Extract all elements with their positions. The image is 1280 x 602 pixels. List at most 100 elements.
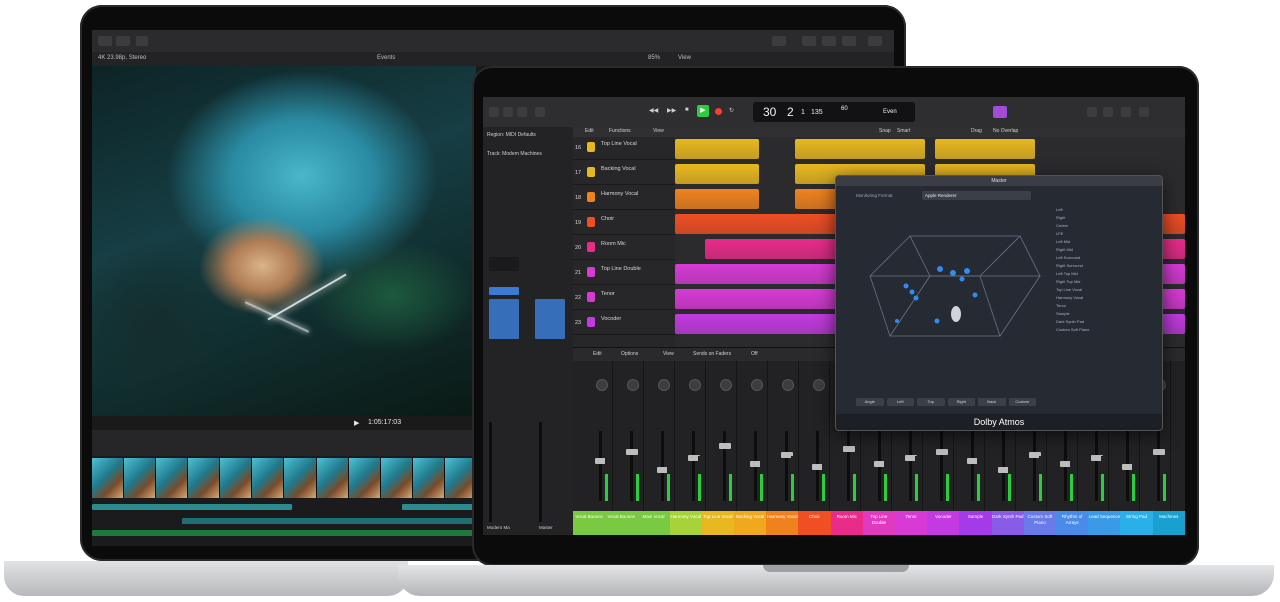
volume-fader[interactable] <box>971 431 974 501</box>
object-list-item[interactable]: Left Surround <box>1056 254 1156 262</box>
fader-cap[interactable] <box>719 443 731 449</box>
track-header[interactable]: 20 Room Mic <box>573 237 675 260</box>
mixer-edit-menu[interactable]: Edit <box>593 351 602 357</box>
volume-fader[interactable] <box>1095 431 1098 501</box>
view-menu[interactable]: View <box>653 128 664 134</box>
object-list-item[interactable]: Center <box>1056 222 1156 230</box>
volume-fader[interactable] <box>1033 431 1036 501</box>
track-header[interactable]: 16 Top Line Vocal <box>573 137 675 160</box>
audio-fx-slots[interactable] <box>489 299 519 339</box>
eq-thumbnail[interactable] <box>489 257 519 271</box>
track-header[interactable]: 23 Vocoder <box>573 312 675 335</box>
audio-region[interactable] <box>795 139 925 159</box>
fader-cap[interactable] <box>626 449 638 455</box>
library-button[interactable] <box>489 107 499 117</box>
import-button[interactable] <box>98 36 112 46</box>
inspector-button[interactable] <box>503 107 513 117</box>
track-header[interactable]: 21 Top Line Double <box>573 262 675 285</box>
channel-name-label[interactable]: String Pad <box>1120 511 1153 535</box>
sends-on-faders-value[interactable]: Off <box>751 351 758 357</box>
object-list-item[interactable]: Right <box>1056 214 1156 222</box>
channel-name-label[interactable]: Harmony Vocal <box>766 511 799 535</box>
pan-knob[interactable] <box>658 379 670 391</box>
pan-knob[interactable] <box>720 379 732 391</box>
key-icon[interactable] <box>116 36 130 46</box>
object-list-item[interactable]: Harmony Vocal <box>1056 294 1156 302</box>
browser-button[interactable] <box>1139 107 1149 117</box>
loop-browser-button[interactable] <box>1121 107 1131 117</box>
object-list-item[interactable]: Top Line Vocal <box>1056 286 1156 294</box>
mixer-view-menu[interactable]: View <box>663 351 674 357</box>
input-slot[interactable] <box>489 287 519 295</box>
volume-fader[interactable] <box>785 431 788 501</box>
functions-menu[interactable]: Functions <box>609 128 631 134</box>
fader-cap[interactable] <box>936 449 948 455</box>
toolbar-button[interactable] <box>535 107 545 117</box>
channel-name-label[interactable]: Backing Vocal <box>734 511 767 535</box>
track-inspector-label[interactable]: Track: Modern Machines <box>487 151 542 157</box>
smart-tempo-button[interactable] <box>993 106 1007 118</box>
mixer-options-menu[interactable]: Options <box>621 351 638 357</box>
object-list-item[interactable]: LFE <box>1056 230 1156 238</box>
channel-name-label[interactable]: Choir <box>798 511 831 535</box>
view-angle-button[interactable]: Top <box>917 398 945 406</box>
cycle-icon[interactable]: ↻ <box>729 107 734 114</box>
rewind-icon[interactable]: ◀◀ <box>649 107 658 114</box>
fader-cap[interactable] <box>1153 449 1165 455</box>
master-fx-slots[interactable] <box>535 299 565 339</box>
volume-fader[interactable] <box>692 431 695 501</box>
view-menu[interactable]: View <box>678 55 691 61</box>
atmos-3d-panner[interactable] <box>850 216 1050 376</box>
layout-button[interactable] <box>802 36 816 46</box>
inspector-fader-right[interactable] <box>539 422 542 522</box>
share-button[interactable] <box>772 36 786 46</box>
channel-name-label[interactable]: Vocal Bounce <box>605 511 638 535</box>
record-button[interactable] <box>715 108 722 115</box>
audio-lane-3[interactable] <box>182 518 476 524</box>
channel-name-label[interactable]: Tenor <box>895 511 928 535</box>
view-angle-button[interactable]: Back <box>978 398 1006 406</box>
notepad-button[interactable] <box>1103 107 1113 117</box>
snap-value[interactable]: Smart <box>897 128 910 134</box>
object-list-item[interactable]: Custom Soft Piano <box>1056 326 1156 334</box>
object-list-item[interactable]: Left <box>1056 206 1156 214</box>
stop-icon[interactable]: ■ <box>685 107 689 113</box>
volume-fader[interactable] <box>847 431 850 501</box>
object-list-item[interactable]: Left Mid <box>1056 238 1156 246</box>
panel-toggle[interactable] <box>822 36 836 46</box>
volume-fader[interactable] <box>723 431 726 501</box>
drag-value[interactable]: No Overlap <box>993 128 1018 134</box>
channel-name-label[interactable]: Main Vocal <box>637 511 670 535</box>
pan-knob[interactable] <box>689 379 701 391</box>
inspector-fader-left[interactable] <box>489 422 492 522</box>
pan-knob[interactable] <box>751 379 763 391</box>
check-icon[interactable] <box>136 36 148 46</box>
channel-name-label[interactable]: Harmony Vocal <box>669 511 702 535</box>
channel-name-label[interactable]: Vocoder <box>927 511 960 535</box>
primary-storyline-filmstrip[interactable] <box>92 458 476 498</box>
channel-name-label[interactable]: Dark Synth Pad <box>991 511 1024 535</box>
track-header[interactable]: 19 Choir <box>573 212 675 235</box>
view-angle-button[interactable]: Custom <box>1008 398 1036 406</box>
channel-name-label[interactable]: Top Line Vocal <box>701 511 735 535</box>
pan-knob[interactable] <box>596 379 608 391</box>
audio-region[interactable] <box>675 139 759 159</box>
object-list-item[interactable]: Right Surround <box>1056 262 1156 270</box>
export-icon[interactable] <box>868 36 882 46</box>
track-header[interactable]: 17 Backing Vocal <box>573 162 675 185</box>
channel-name-label[interactable]: Machines <box>1152 511 1185 535</box>
channel-name-label[interactable]: Room Mic <box>830 511 863 535</box>
music-lane[interactable] <box>92 530 476 536</box>
fader-cap[interactable] <box>843 446 855 452</box>
view-angle-button[interactable]: Right <box>947 398 975 406</box>
volume-fader[interactable] <box>661 431 664 501</box>
fast-forward-icon[interactable]: ▶▶ <box>667 107 676 114</box>
channel-name-label[interactable]: Rhythm of Arrays <box>1056 511 1089 535</box>
channel-name-label[interactable]: Top Line Double <box>862 511 896 535</box>
video-viewer[interactable] <box>92 66 476 416</box>
volume-fader[interactable] <box>599 431 602 501</box>
volume-fader[interactable] <box>940 431 943 501</box>
pan-knob[interactable] <box>627 379 639 391</box>
audio-region[interactable] <box>675 189 759 209</box>
play-button[interactable]: ▶ <box>697 105 709 117</box>
